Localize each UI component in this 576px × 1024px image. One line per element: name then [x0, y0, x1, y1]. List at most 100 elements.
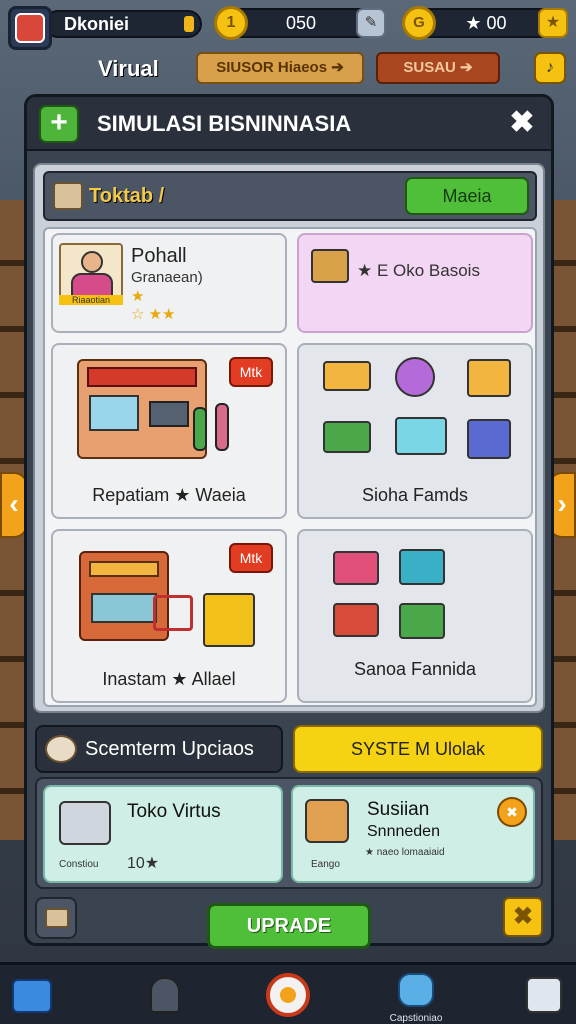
- market-caption: Inastam ★ Allael: [102, 669, 236, 689]
- store-window-icon: [89, 395, 139, 431]
- inventory-button[interactable]: [35, 897, 77, 939]
- back-arrow-icon: [12, 979, 52, 1013]
- stacks-card[interactable]: Sanoa Fannida: [297, 529, 533, 703]
- panel-header: + SIMULASI BISNINNASIA ✖: [27, 97, 551, 151]
- goods-box-icon: [203, 593, 255, 647]
- star-add-button[interactable]: ★: [538, 8, 568, 38]
- store-sign-icon: [87, 367, 197, 387]
- star-value: ★ 00: [465, 13, 507, 33]
- store-scene-card[interactable]: Mtk Repatiam ★ Waeia: [51, 343, 287, 519]
- upgrade-card-toko[interactable]: Toko Virtus Constiou 10★: [43, 785, 283, 883]
- list-icon: [526, 977, 562, 1013]
- pink-info-card[interactable]: ★ E Oko Basois: [297, 233, 533, 333]
- computer-icon: [149, 401, 189, 427]
- board-item-icon: [467, 359, 511, 397]
- upgrade-button[interactable]: UPRADE: [207, 903, 371, 949]
- book-stack-icon: [333, 551, 379, 585]
- portrait-badge: Riaaotian: [59, 295, 123, 305]
- player-name: Dkoniei: [64, 14, 130, 34]
- manager-portrait: Riaaotian: [59, 243, 123, 305]
- upgrade-1-sub: Constiou: [59, 859, 99, 870]
- register-item-icon: [323, 361, 371, 391]
- top-hud: Dkoniei 1 050 ✎ G ★ 00 ★ Virual SIUSOR H…: [0, 0, 576, 96]
- section-title: Toktab /: [89, 185, 165, 207]
- cancel-button[interactable]: ✖: [503, 897, 543, 937]
- susau-button[interactable]: SUSAU ➔: [376, 52, 500, 84]
- scroll-icon: [45, 735, 77, 763]
- nav-caption[interactable]: Capstioniao: [374, 973, 458, 1024]
- player-avatar[interactable]: [8, 6, 52, 50]
- pink-card-label: ★ E Oko Basois: [357, 261, 480, 280]
- upgrade-1-value: 10★: [127, 855, 160, 872]
- coin-icon: 1: [214, 6, 248, 40]
- upgrade-1-name: Toko Virtus: [127, 801, 221, 822]
- inventory-box-icon: [45, 908, 69, 928]
- cash-box-icon: [333, 603, 379, 637]
- store-building: [77, 359, 207, 459]
- nav-menu[interactable]: [524, 973, 568, 1019]
- panel-title: SIMULASI BISNINNASIA: [97, 111, 352, 136]
- coin-value: 050: [285, 13, 317, 33]
- customer-icon: [193, 407, 207, 451]
- system-button[interactable]: SYSTE M Ulolak: [293, 725, 543, 773]
- profile-stars-1: ★: [131, 288, 145, 305]
- profile-name: Pohall: [131, 245, 187, 267]
- add-button[interactable]: +: [39, 105, 79, 143]
- user-icon: [150, 977, 180, 1013]
- profile-card[interactable]: Riaaotian Pohall Granaean) ★ ☆ ★★: [51, 233, 287, 333]
- profile-subtitle: Granaean): [131, 269, 203, 286]
- portrait-head-icon: [81, 251, 103, 273]
- cash-register-icon: [311, 249, 349, 283]
- main-panel: + SIMULASI BISNINNASIA ✖ Toktab / Maeia …: [24, 94, 554, 949]
- nav-back[interactable]: [8, 973, 58, 1019]
- upgrade-2-sub: Eango: [311, 859, 340, 870]
- coin-counter: 1 050 ✎: [214, 6, 386, 40]
- nav-caption-label: Capstioniao: [389, 1013, 443, 1024]
- maeia-button[interactable]: Maeia: [405, 177, 529, 215]
- star-counter: G ★ 00 ★: [402, 6, 568, 40]
- bottom-nav: Capstioniao: [0, 962, 576, 1024]
- stall-counter-icon: [91, 593, 157, 623]
- stall-sign-icon: [89, 561, 159, 577]
- upgrade-2-name-line1: Susiian: [367, 799, 430, 820]
- market-scene-card[interactable]: Mtk Inastam ★ Allael: [51, 529, 287, 703]
- profile-stars-2: ☆ ★★: [131, 306, 176, 323]
- cards-grid: Riaaotian Pohall Granaean) ★ ☆ ★★ ★ E Ok…: [43, 227, 537, 707]
- tablet-item-icon: [467, 419, 511, 459]
- hud-subtitle: Virual: [98, 56, 159, 81]
- tool-item-icon: [395, 417, 447, 455]
- upgrade-2-small: ★ naeo lomaaiaid: [365, 847, 445, 858]
- name-tag-icon: [184, 16, 194, 32]
- store-caption: Repatiam ★ Waeia: [92, 485, 246, 505]
- stacks-caption: Sanoa Fannida: [353, 659, 477, 679]
- clerk-icon: [215, 403, 229, 451]
- upgrades-title: Scemterm Upciaos: [85, 738, 254, 760]
- nav-record[interactable]: [264, 973, 314, 1019]
- package-icon: [305, 799, 349, 843]
- robot-icon: [398, 973, 434, 1007]
- upgrades-list: Toko Virtus Constiou 10★ Susiian Snnnede…: [35, 777, 543, 889]
- upgrade-2-name-line2: Snnneden: [367, 823, 440, 840]
- disc-item-icon: [395, 357, 435, 397]
- nav-profile[interactable]: [140, 973, 190, 1019]
- shelf-item-icon: [323, 421, 371, 453]
- close-button[interactable]: ✖: [505, 107, 539, 141]
- store-badge: Mtk: [229, 357, 273, 387]
- player-name-pill[interactable]: Dkoniei: [44, 10, 202, 38]
- record-dot-icon: [280, 987, 296, 1003]
- record-icon: [266, 973, 310, 1017]
- coin-add-button[interactable]: ✎: [356, 8, 386, 38]
- upgrade-card-susiian[interactable]: Susiian Snnneden ★ naeo lomaaiaid Eango …: [291, 785, 535, 883]
- box-icon: [53, 182, 83, 210]
- shop-button[interactable]: SIUSOR Hiaeos ➔: [196, 52, 364, 84]
- avatar-icon: [15, 13, 45, 43]
- market-badge: Mtk: [229, 543, 273, 573]
- items-card[interactable]: Sioha Famds: [297, 343, 533, 519]
- section-header: Toktab / Maeia: [43, 171, 537, 221]
- upgrades-header: Scemterm Upciaos: [35, 725, 283, 773]
- shopping-cart-icon: [153, 595, 193, 631]
- items-caption: Sioha Famds: [361, 485, 469, 505]
- business-section: Toktab / Maeia Riaaotian Pohall Granaean…: [33, 163, 545, 713]
- close-upgrade-icon[interactable]: ✖: [497, 797, 527, 827]
- music-button[interactable]: ♪: [534, 52, 566, 84]
